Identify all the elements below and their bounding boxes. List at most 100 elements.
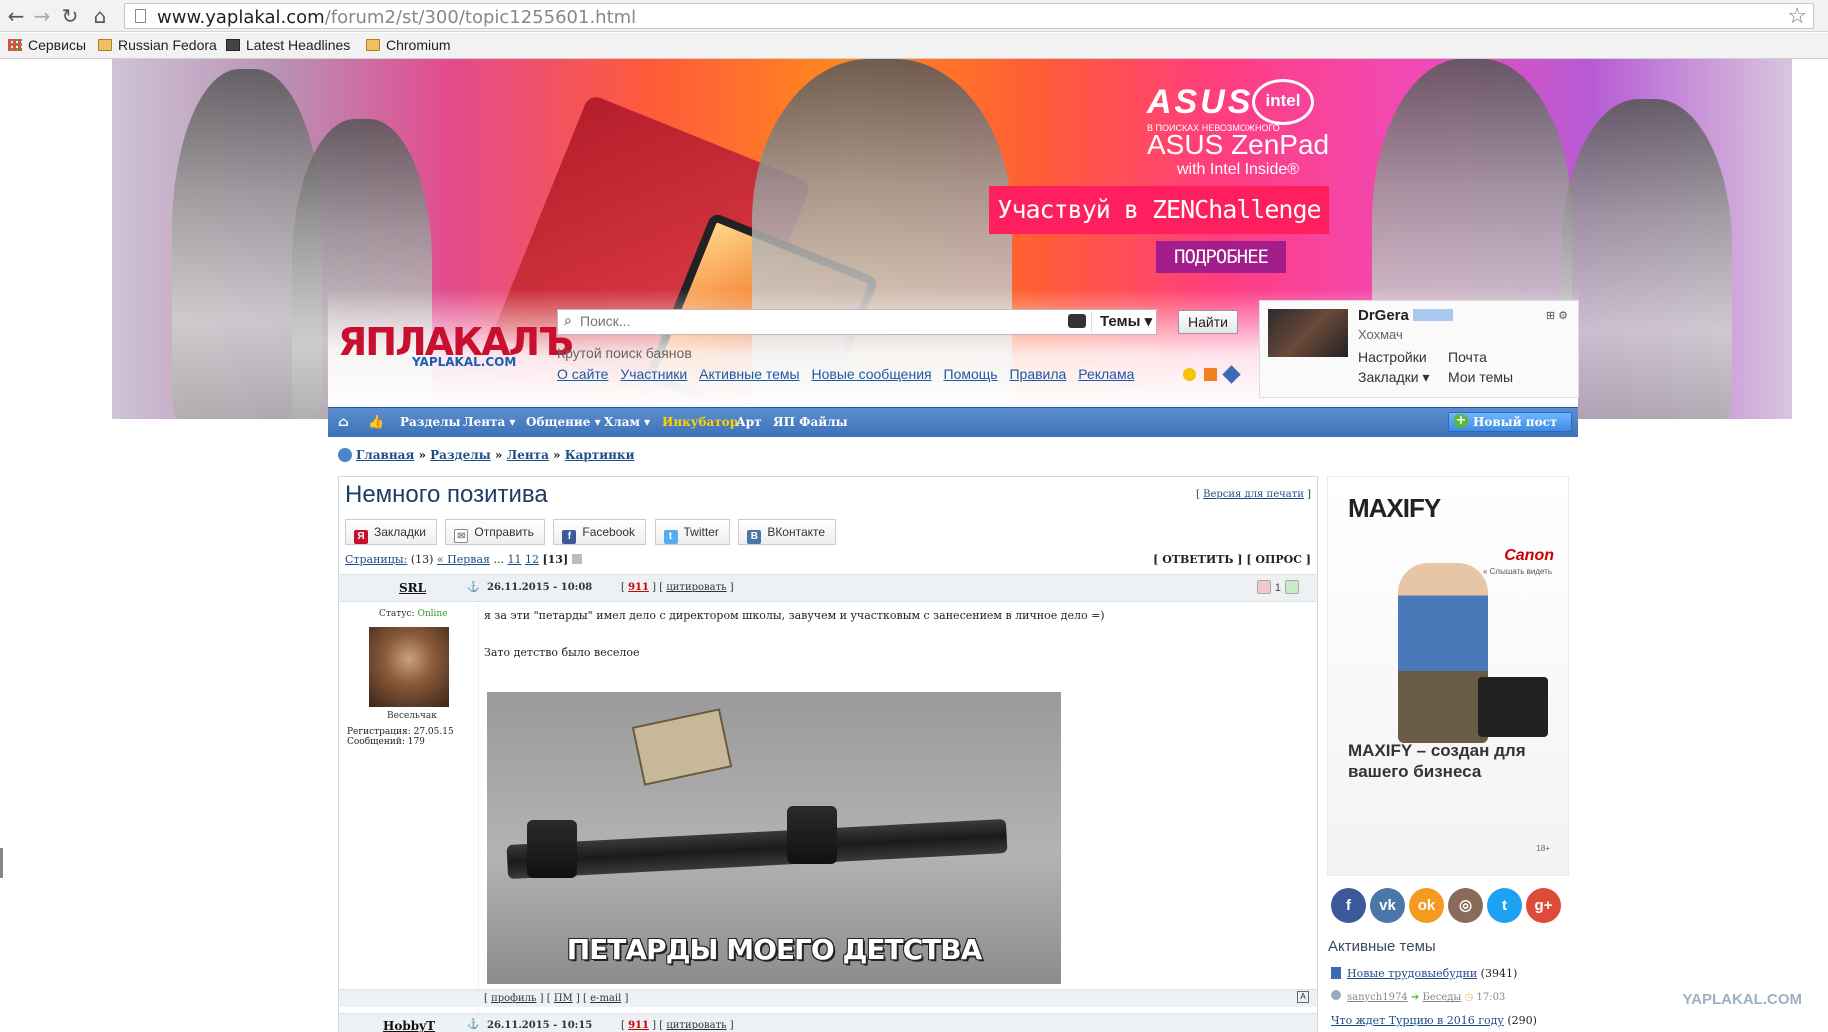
address-bar[interactable]: www.yaplakal.com/forum2/st/300/topic1255… bbox=[124, 3, 1814, 29]
facebook-icon[interactable]: f bbox=[1331, 888, 1366, 923]
page-icon bbox=[135, 9, 146, 23]
twitter-icon[interactable]: t bbox=[1487, 888, 1522, 923]
breadcrumb-pictures[interactable]: Картинки bbox=[565, 448, 635, 462]
post-rating: 1 bbox=[1253, 580, 1303, 594]
post-author[interactable]: SRL bbox=[399, 581, 426, 595]
maxify-logo: MAXIFY bbox=[1348, 493, 1441, 523]
breadcrumb-sections[interactable]: Разделы bbox=[430, 448, 491, 462]
nav-communication[interactable]: Общение ▾ bbox=[526, 415, 601, 429]
bookmark-services[interactable]: Сервисы bbox=[8, 37, 86, 53]
forward-icon[interactable]: → bbox=[30, 4, 54, 28]
user-name[interactable]: DrGera bbox=[1358, 307, 1453, 324]
search-button[interactable]: Найти bbox=[1178, 310, 1238, 334]
page-11[interactable]: 11 bbox=[507, 553, 521, 566]
bookmark-latest-headlines[interactable]: Latest Headlines bbox=[226, 37, 350, 53]
breadcrumb-home[interactable]: Главная bbox=[356, 448, 414, 462]
share-send-button[interactable]: ✉ Отправить bbox=[445, 519, 545, 545]
nut-shape bbox=[787, 806, 837, 864]
post-author[interactable]: HobbyT bbox=[383, 1019, 435, 1032]
thumbs-down-icon[interactable] bbox=[1256, 580, 1271, 594]
user-avatar[interactable] bbox=[1268, 309, 1348, 357]
bookmark-chromium[interactable]: Chromium bbox=[366, 37, 451, 53]
user-bookmarks-link[interactable]: Закладки ▾ bbox=[1358, 369, 1430, 386]
quote-link[interactable]: цитировать bbox=[666, 582, 726, 593]
nav-art[interactable]: Арт bbox=[736, 415, 762, 429]
quote-link[interactable]: цитировать bbox=[666, 1020, 726, 1031]
page-12[interactable]: 12 bbox=[525, 553, 539, 566]
star-icon[interactable] bbox=[1183, 368, 1196, 381]
topic-user-link[interactable]: sanych1974 bbox=[1347, 992, 1408, 1003]
vk-icon: В bbox=[747, 530, 762, 544]
topic-section-link[interactable]: Беседы bbox=[1422, 992, 1461, 1003]
link-about[interactable]: О сайте bbox=[557, 366, 608, 382]
search-scope-select[interactable]: Темы ▾ bbox=[1091, 312, 1155, 332]
bookmarks-bar: Сервисы Russian Fedora Latest Headlines … bbox=[0, 33, 1828, 59]
active-topic-link[interactable]: Что ждет Турцию в 2016 году bbox=[1331, 1014, 1504, 1027]
nav-files[interactable]: ЯП Файлы bbox=[773, 415, 848, 429]
camera-icon[interactable] bbox=[1068, 314, 1086, 328]
plus-icon: + bbox=[1454, 413, 1468, 428]
user-my-topics-link[interactable]: Мои темы bbox=[1448, 369, 1513, 385]
link-ads[interactable]: Реклама bbox=[1078, 366, 1134, 382]
nav-incubator[interactable]: Инкубатор bbox=[662, 415, 738, 429]
back-icon[interactable]: ← bbox=[4, 4, 28, 28]
anchor-icon[interactable]: ⚓ bbox=[467, 1019, 479, 1030]
author-avatar[interactable] bbox=[369, 627, 449, 707]
link-new-messages[interactable]: Новые сообщения bbox=[812, 366, 932, 382]
print-version-link[interactable]: Версия для печати bbox=[1203, 489, 1304, 500]
link-help[interactable]: Помощь bbox=[944, 366, 998, 382]
bookmark-star-icon[interactable]: ☆ bbox=[1787, 4, 1807, 29]
sidebar-ad[interactable]: MAXIFY Canon « Слышать видеть MAXIFY – с… bbox=[1327, 476, 1569, 876]
page-first[interactable]: « Первая bbox=[437, 553, 490, 566]
nav-junk[interactable]: Хлам ▾ bbox=[604, 415, 650, 429]
active-topic-link[interactable]: Новые трудовыебудни bbox=[1347, 967, 1477, 980]
user-settings-link[interactable]: Настройки bbox=[1358, 349, 1427, 365]
share-buttons: Я Закладки ✉ Отправить f Facebook t Twitter … bbox=[345, 519, 840, 545]
share-vk-button[interactable]: В ВКонтакте bbox=[738, 519, 837, 545]
user-tools[interactable]: ⊞ ⚙ bbox=[1546, 309, 1568, 322]
home-icon[interactable]: ⌂ bbox=[88, 4, 112, 28]
odnoklassniki-icon[interactable]: ok bbox=[1409, 888, 1444, 923]
reply-links[interactable]: [ ОТВЕТИТЬ ] [ ОПРОС ] bbox=[1153, 553, 1311, 566]
share-bookmarks-button[interactable]: Я Закладки bbox=[345, 519, 437, 545]
attach-icon[interactable] bbox=[1222, 365, 1241, 384]
share-twitter-button[interactable]: t Twitter bbox=[654, 519, 730, 545]
nav-sections[interactable]: Разделы bbox=[400, 415, 461, 429]
share-facebook-button[interactable]: f Facebook bbox=[553, 519, 647, 545]
more-button[interactable]: ПОДРОБНЕЕ bbox=[1156, 241, 1286, 273]
reload-icon[interactable]: ↻ bbox=[58, 4, 82, 28]
rss-icon[interactable] bbox=[1203, 368, 1217, 381]
pages-label[interactable]: Страницы: bbox=[345, 553, 407, 566]
thumbs-up-icon[interactable] bbox=[1285, 580, 1299, 594]
post-number[interactable]: 911 bbox=[628, 582, 649, 593]
link-members[interactable]: Участники bbox=[620, 366, 687, 382]
instagram-icon[interactable]: ◎ bbox=[1448, 888, 1483, 923]
post-image[interactable]: ПЕТАРДЫ МОЕГО ДЕТСТВА bbox=[487, 692, 1061, 984]
google-plus-icon[interactable]: g+ bbox=[1526, 888, 1561, 923]
nav-feed[interactable]: Лента ▾ bbox=[463, 415, 515, 429]
link-rules[interactable]: Правила bbox=[1009, 366, 1066, 382]
new-post-button[interactable]: + Новый пост bbox=[1448, 412, 1572, 432]
email-link[interactable]: e-mail bbox=[590, 993, 621, 1004]
pm-link[interactable]: ПМ bbox=[554, 993, 573, 1004]
active-topic-item: Новые трудовыебудни (3941) bbox=[1331, 967, 1517, 980]
anchor-icon[interactable]: ⚓ bbox=[467, 582, 479, 593]
post-number[interactable]: 911 bbox=[628, 1020, 649, 1031]
product-name: ASUS ZenPad bbox=[1147, 129, 1330, 160]
bookmark-russian-fedora[interactable]: Russian Fedora bbox=[98, 37, 217, 53]
vk-icon[interactable]: vk bbox=[1370, 888, 1405, 923]
search-input[interactable] bbox=[580, 313, 1000, 329]
zenchallenge-cta[interactable]: Участвуй в ZENChallenge bbox=[989, 186, 1329, 234]
settings-icon[interactable]: ⚙ bbox=[1558, 310, 1568, 322]
like-icon[interactable]: 👍 bbox=[368, 415, 384, 430]
home-icon[interactable]: ⌂ bbox=[338, 415, 349, 430]
page-jump-icon[interactable] bbox=[571, 554, 582, 564]
user-mail-link[interactable]: Почта bbox=[1448, 349, 1487, 365]
clock-icon: ◷ bbox=[1464, 992, 1474, 1003]
profile-link[interactable]: профиль bbox=[491, 993, 536, 1004]
arrow-icon: ➔ bbox=[1410, 992, 1420, 1003]
breadcrumb-feed[interactable]: Лента bbox=[507, 448, 549, 462]
link-active-topics[interactable]: Активные темы bbox=[699, 366, 800, 382]
report-icon[interactable]: A bbox=[1297, 991, 1309, 1003]
expand-icon[interactable]: ⊞ bbox=[1546, 310, 1555, 322]
